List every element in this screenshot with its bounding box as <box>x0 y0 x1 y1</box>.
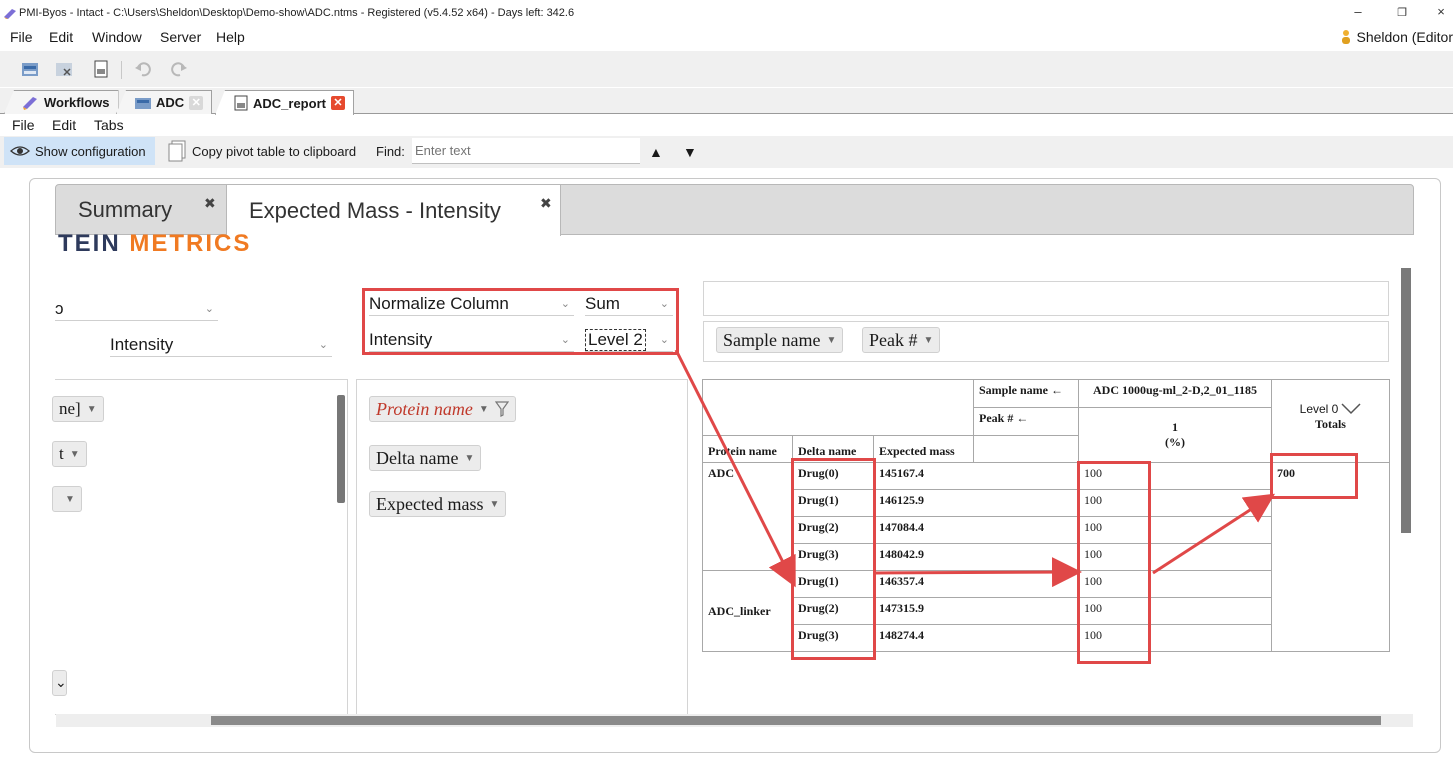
horizontal-scrollbar[interactable] <box>211 716 1381 725</box>
vertical-scrollbar[interactable] <box>1401 268 1411 533</box>
annotation-arrows <box>674 349 1276 588</box>
annotation-arrow <box>875 557 1082 588</box>
annotation-arrow <box>1152 493 1276 575</box>
annotation-arrow <box>674 349 796 588</box>
